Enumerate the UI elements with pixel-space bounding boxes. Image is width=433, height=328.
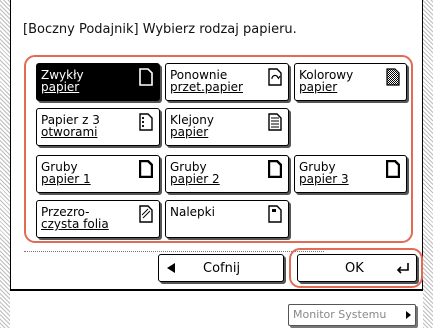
plain-paper-icon	[139, 68, 153, 86]
separator	[24, 251, 324, 252]
paper-bond-button[interactable]: Klejony papier	[165, 108, 289, 146]
recycled-paper-icon	[268, 68, 282, 86]
system-monitor-button[interactable]: Monitor Systemu	[288, 304, 416, 326]
bond-paper-icon	[268, 113, 282, 131]
transparency-icon	[139, 205, 153, 223]
paper-heavy-3-button[interactable]: Gruby papier 3	[294, 155, 407, 193]
paper-transparency-button[interactable]: Przezro-czysta folia	[36, 200, 160, 238]
paper-color-line2: papier	[299, 80, 338, 94]
right-triangle-icon	[406, 311, 411, 319]
back-button-label: Cofnij	[203, 261, 241, 276]
paper-heavy-1-line2: papier 1	[41, 172, 91, 186]
three-hole-paper-icon	[139, 113, 153, 131]
paper-heavy-3-line2: papier 3	[299, 172, 349, 186]
ok-button[interactable]: OK	[297, 254, 417, 282]
back-button[interactable]: Cofnij	[158, 254, 284, 282]
paper-labels-button[interactable]: Nalepki	[165, 200, 289, 238]
color-paper-icon	[386, 68, 400, 86]
paper-three-hole-line2: otworami	[41, 125, 98, 139]
heavy-paper-icon	[386, 160, 400, 178]
system-monitor-label: Monitor Systemu	[293, 308, 387, 321]
left-arrow-icon	[167, 263, 175, 273]
right-frame	[423, 0, 433, 328]
paper-heavy-2-button[interactable]: Gruby papier 2	[165, 155, 289, 193]
labels-icon	[268, 205, 282, 223]
enter-arrow-icon	[396, 263, 409, 274]
paper-bond-line2: papier	[170, 125, 209, 139]
heavy-paper-icon	[139, 160, 153, 178]
paper-plain-button[interactable]: Zwykły papier	[36, 63, 160, 101]
left-frame	[0, 0, 10, 328]
paper-recycled-line2: przet.papier	[170, 80, 243, 94]
paper-three-hole-button[interactable]: Papier z 3 otworami	[36, 108, 160, 146]
paper-labels-line1: Nalepki	[170, 205, 215, 219]
dialog-title: [Boczny Podajnik] Wybierz rodzaj papieru…	[23, 22, 297, 37]
paper-color-button[interactable]: Kolorowy papier	[294, 63, 407, 101]
heavy-paper-icon	[268, 160, 282, 178]
paper-heavy-2-line2: papier 2	[170, 172, 220, 186]
paper-plain-line2: papier	[41, 80, 80, 94]
paper-transparency-line2: czysta folia	[41, 217, 109, 231]
paper-recycled-button[interactable]: Ponownie przet.papier	[165, 63, 289, 101]
ok-button-label: OK	[345, 261, 364, 276]
paper-heavy-1-button[interactable]: Gruby papier 1	[36, 155, 160, 193]
